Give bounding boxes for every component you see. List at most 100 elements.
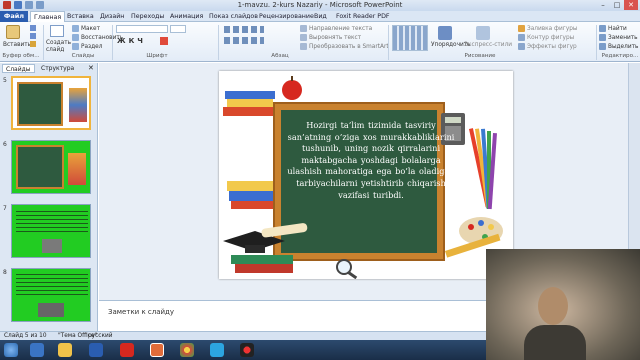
slide-thumbnail-7[interactable] — [11, 204, 91, 258]
shape-effects-icon — [518, 43, 525, 50]
thumb-picture — [38, 303, 64, 317]
clipboard-group-label: Буфер обм... — [2, 53, 40, 59]
new-slide-icon[interactable] — [50, 25, 64, 37]
tab-outline-pane[interactable]: Структура — [38, 64, 77, 73]
section-icon — [72, 43, 79, 50]
thumb-text-lines — [16, 211, 88, 233]
select-icon — [599, 43, 606, 50]
paste-icon[interactable] — [6, 25, 20, 39]
tab-animations[interactable]: Анимация — [167, 11, 206, 22]
minimize-button[interactable]: – — [596, 0, 610, 10]
taskbar-pdf-icon[interactable] — [120, 343, 134, 357]
language-indicator[interactable]: русский — [88, 333, 113, 339]
align-buttons[interactable] — [224, 37, 264, 44]
replace-icon — [599, 34, 606, 41]
tab-view[interactable]: Вид — [311, 11, 330, 22]
title-bar: 1-mavzu. 2-kurs Nazariy - Microsoft Powe… — [0, 0, 640, 11]
text-direction-label: Направление текста — [309, 26, 373, 32]
webcam-overlay — [486, 249, 640, 360]
thumb-picture — [42, 239, 62, 253]
tab-home[interactable]: Главная — [30, 11, 66, 22]
reset-button[interactable]: Восстановить — [72, 34, 123, 41]
divider — [112, 25, 113, 60]
smartart-icon — [300, 43, 307, 50]
paste-button[interactable]: Вставить — [3, 42, 31, 48]
taskbar-folder-icon[interactable] — [58, 343, 72, 357]
presenter-face — [538, 287, 568, 325]
find-icon — [599, 25, 606, 32]
copy-icon[interactable] — [30, 33, 36, 39]
tab-slideshow[interactable]: Показ слайдов — [206, 11, 261, 22]
shape-outline-button[interactable]: Контур фигуры — [518, 34, 574, 41]
align-text-button[interactable]: Выровнять текст — [300, 34, 361, 41]
align-text-icon — [300, 34, 307, 41]
text-direction-button[interactable]: Направление текста — [300, 25, 372, 32]
shape-outline-icon — [518, 34, 525, 41]
taskbar-ie-icon[interactable] — [30, 343, 44, 357]
slide-thumbnail-5[interactable] — [11, 76, 91, 130]
taskbar-chrome-icon[interactable] — [180, 343, 194, 357]
taskbar-recorder-icon[interactable] — [240, 343, 254, 357]
smartart-button[interactable]: Преобразовать в SmartArt — [300, 43, 389, 50]
start-button[interactable] — [4, 343, 18, 357]
font-group-label: Шрифт — [146, 53, 168, 59]
quick-styles-icon[interactable] — [476, 26, 490, 40]
replace-button[interactable]: Заменить — [599, 34, 638, 41]
tab-transitions[interactable]: Переходы — [128, 11, 167, 22]
thumbnail-number: 7 — [3, 205, 7, 212]
close-pane-icon[interactable]: ✕ — [88, 64, 94, 72]
font-name-dropdown[interactable] — [116, 25, 168, 33]
taskbar-word-icon[interactable] — [89, 343, 103, 357]
tab-file[interactable]: Файл — [0, 11, 28, 22]
tab-foxit[interactable]: Foxit Reader PDF — [333, 11, 393, 22]
shape-outline-label: Контур фигуры — [527, 35, 575, 41]
arrange-icon[interactable] — [438, 26, 452, 40]
slide-thumbnail-8[interactable] — [11, 268, 91, 322]
shape-effects-button[interactable]: Эффекты фигур — [518, 43, 577, 50]
find-label: Найти — [608, 26, 627, 32]
font-size-dropdown[interactable] — [170, 25, 186, 33]
maximize-button[interactable]: □ — [610, 0, 624, 10]
find-button[interactable]: Найти — [599, 25, 627, 32]
tab-review[interactable]: Рецензирование — [256, 11, 317, 22]
section-button[interactable]: Раздел — [72, 43, 102, 50]
font-color-icon[interactable] — [160, 37, 168, 45]
slide-thumbnail-6[interactable] — [11, 140, 91, 194]
window-title: 1-mavzu. 2-kurs Nazariy - Microsoft Powe… — [237, 1, 403, 9]
divider — [596, 25, 597, 60]
taskbar-powerpoint-icon[interactable] — [150, 343, 164, 357]
font-format-buttons[interactable]: ЖКЧ — [117, 37, 146, 45]
shape-effects-label: Эффекты фигур — [527, 44, 577, 50]
shape-fill-label: Заливка фигуры — [527, 26, 578, 32]
layout-button[interactable]: Макет — [72, 25, 100, 32]
layout-label: Макет — [81, 26, 100, 32]
select-button[interactable]: Выделить — [599, 43, 638, 50]
divider — [43, 25, 44, 60]
editing-group-label: Редактиро... — [601, 53, 639, 59]
slide-body-text[interactable]: Hozirgi ta’lim tizimida tasviriy san’atn… — [285, 120, 457, 244]
drawing-group-label: Рисование — [464, 53, 496, 59]
thumb-supplies — [69, 88, 87, 122]
quick-styles-button[interactable]: Экспресс-стили — [464, 42, 512, 48]
tab-design[interactable]: Дизайн — [97, 11, 127, 22]
taskbar-telegram-icon[interactable] — [210, 343, 224, 357]
shape-fill-icon — [518, 25, 525, 32]
apple-icon — [282, 80, 302, 100]
thumbnail-number: 6 — [3, 141, 7, 148]
thumb-chalkboard — [16, 145, 64, 189]
presenter-body — [524, 325, 586, 360]
thumbnail-number: 8 — [3, 269, 7, 276]
close-button[interactable]: ✕ — [624, 0, 638, 10]
shapes-gallery[interactable] — [392, 25, 428, 51]
format-painter-icon[interactable] — [30, 41, 36, 47]
shape-fill-button[interactable]: Заливка фигуры — [518, 25, 578, 32]
new-slide-button[interactable]: Создать слайд — [46, 40, 72, 54]
section-label: Раздел — [81, 44, 103, 50]
cut-icon[interactable] — [30, 25, 36, 31]
align-text-label: Выровнять текст — [309, 35, 362, 41]
tab-slides-pane[interactable]: Слайды — [2, 64, 35, 73]
tab-insert[interactable]: Вставка — [64, 11, 97, 22]
list-buttons[interactable] — [224, 26, 264, 33]
divider — [218, 25, 219, 60]
slide-counter: Слайд 5 из 10 — [4, 333, 47, 339]
